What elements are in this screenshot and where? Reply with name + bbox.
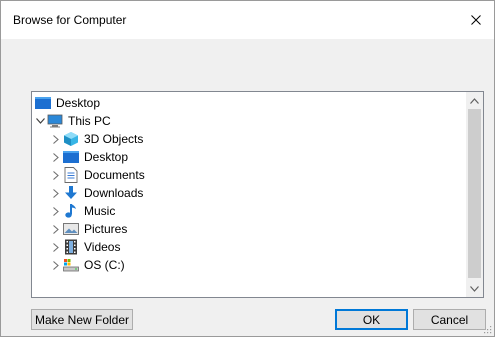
downloads-icon bbox=[62, 184, 80, 202]
desktop-folder-icon bbox=[62, 148, 80, 166]
tree-item-videos[interactable]: Videos bbox=[50, 238, 120, 256]
ok-button[interactable]: OK bbox=[335, 309, 408, 330]
close-button[interactable] bbox=[458, 1, 494, 39]
3d-objects-icon bbox=[62, 130, 80, 148]
chevron-right-icon[interactable] bbox=[50, 148, 62, 166]
tree-item-documents[interactable]: Documents bbox=[50, 166, 145, 184]
tree-item-label: Music bbox=[84, 204, 116, 218]
vertical-scrollbar[interactable] bbox=[466, 92, 483, 297]
chevron-down-icon[interactable] bbox=[34, 112, 46, 130]
videos-icon bbox=[62, 238, 80, 256]
tree-item-label: Desktop bbox=[56, 96, 101, 110]
make-new-folder-button[interactable]: Make New Folder bbox=[31, 309, 133, 330]
computer-icon bbox=[46, 112, 64, 130]
folder-tree[interactable]: Desktop This PC 3D Objects Desktop Docum… bbox=[31, 91, 484, 298]
tree-item-label: Downloads bbox=[84, 186, 144, 200]
dialog-title: Browse for Computer bbox=[13, 13, 127, 27]
tree-item-label: OS (C:) bbox=[84, 258, 125, 272]
cancel-button[interactable]: Cancel bbox=[413, 309, 486, 330]
close-icon bbox=[471, 15, 481, 25]
chevron-right-icon[interactable] bbox=[50, 130, 62, 148]
tree-item-label: Documents bbox=[84, 168, 145, 182]
tree-item-downloads[interactable]: Downloads bbox=[50, 184, 143, 202]
tree-item-this-pc[interactable]: This PC bbox=[34, 112, 111, 130]
chevron-right-icon[interactable] bbox=[50, 220, 62, 238]
tree-item-pictures[interactable]: Pictures bbox=[50, 220, 127, 238]
tree-item-music[interactable]: Music bbox=[50, 202, 115, 220]
tree-item-label: Desktop bbox=[84, 150, 129, 164]
tree-item-desktop[interactable]: Desktop bbox=[50, 148, 128, 166]
tree-item-label: 3D Objects bbox=[84, 132, 144, 146]
browse-dialog: Browse for Computer Desktop This PC 3D O… bbox=[0, 0, 495, 337]
chevron-right-icon[interactable] bbox=[50, 166, 62, 184]
chevron-right-icon[interactable] bbox=[50, 184, 62, 202]
music-icon bbox=[62, 202, 80, 220]
chevron-down-icon bbox=[470, 285, 479, 292]
tree-item-label: This PC bbox=[68, 114, 111, 128]
resize-grip-icon[interactable] bbox=[482, 324, 492, 334]
tree-item-label: Pictures bbox=[84, 222, 128, 236]
tree-item-3d-objects[interactable]: 3D Objects bbox=[50, 130, 143, 148]
pictures-icon bbox=[62, 220, 80, 238]
scrollbar-thumb[interactable] bbox=[468, 109, 481, 278]
chevron-up-icon bbox=[470, 97, 479, 104]
tree-item-desktop-root[interactable]: Desktop bbox=[34, 94, 100, 112]
chevron-right-icon[interactable] bbox=[50, 238, 62, 256]
chevron-right-icon[interactable] bbox=[50, 256, 62, 274]
title-bar[interactable]: Browse for Computer bbox=[1, 1, 494, 39]
drive-icon bbox=[62, 256, 80, 274]
tree-item-label: Videos bbox=[84, 240, 121, 254]
desktop-folder-icon bbox=[34, 94, 52, 112]
scroll-up-button[interactable] bbox=[466, 92, 483, 109]
documents-icon bbox=[62, 166, 80, 184]
chevron-right-icon[interactable] bbox=[50, 202, 62, 220]
scroll-down-button[interactable] bbox=[466, 280, 483, 297]
tree-item-os-c[interactable]: OS (C:) bbox=[50, 256, 125, 274]
